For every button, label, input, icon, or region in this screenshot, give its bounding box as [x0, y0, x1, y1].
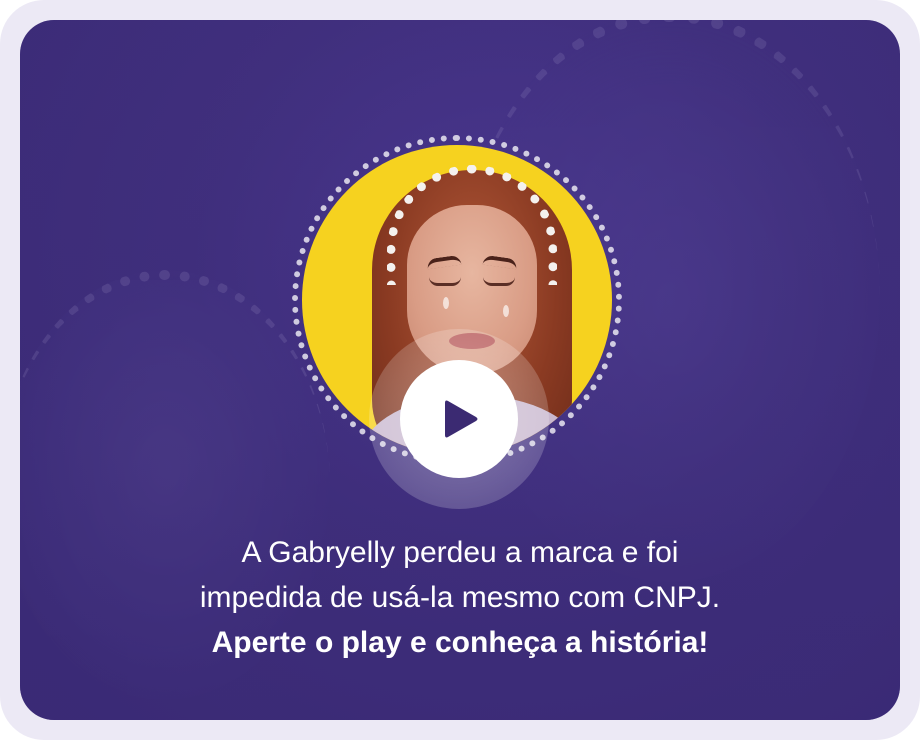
video-caption: A Gabryelly perdeu a marca e foi impedid… [60, 530, 860, 665]
play-button[interactable] [400, 360, 518, 478]
caption-line: A Gabryelly perdeu a marca e foi [241, 536, 679, 569]
caption-call-to-action: Aperte o play e conheça a história! [211, 626, 709, 659]
tear [503, 305, 509, 317]
caption-line: impedida de usá-la mesmo com CNPJ. [199, 581, 721, 614]
tear [443, 297, 449, 309]
video-card[interactable]: A Gabryelly perdeu a marca e foi impedid… [20, 20, 900, 720]
play-icon [445, 400, 478, 438]
video-card-frame: A Gabryelly perdeu a marca e foi impedid… [0, 0, 920, 740]
pearl-headband [387, 165, 557, 285]
